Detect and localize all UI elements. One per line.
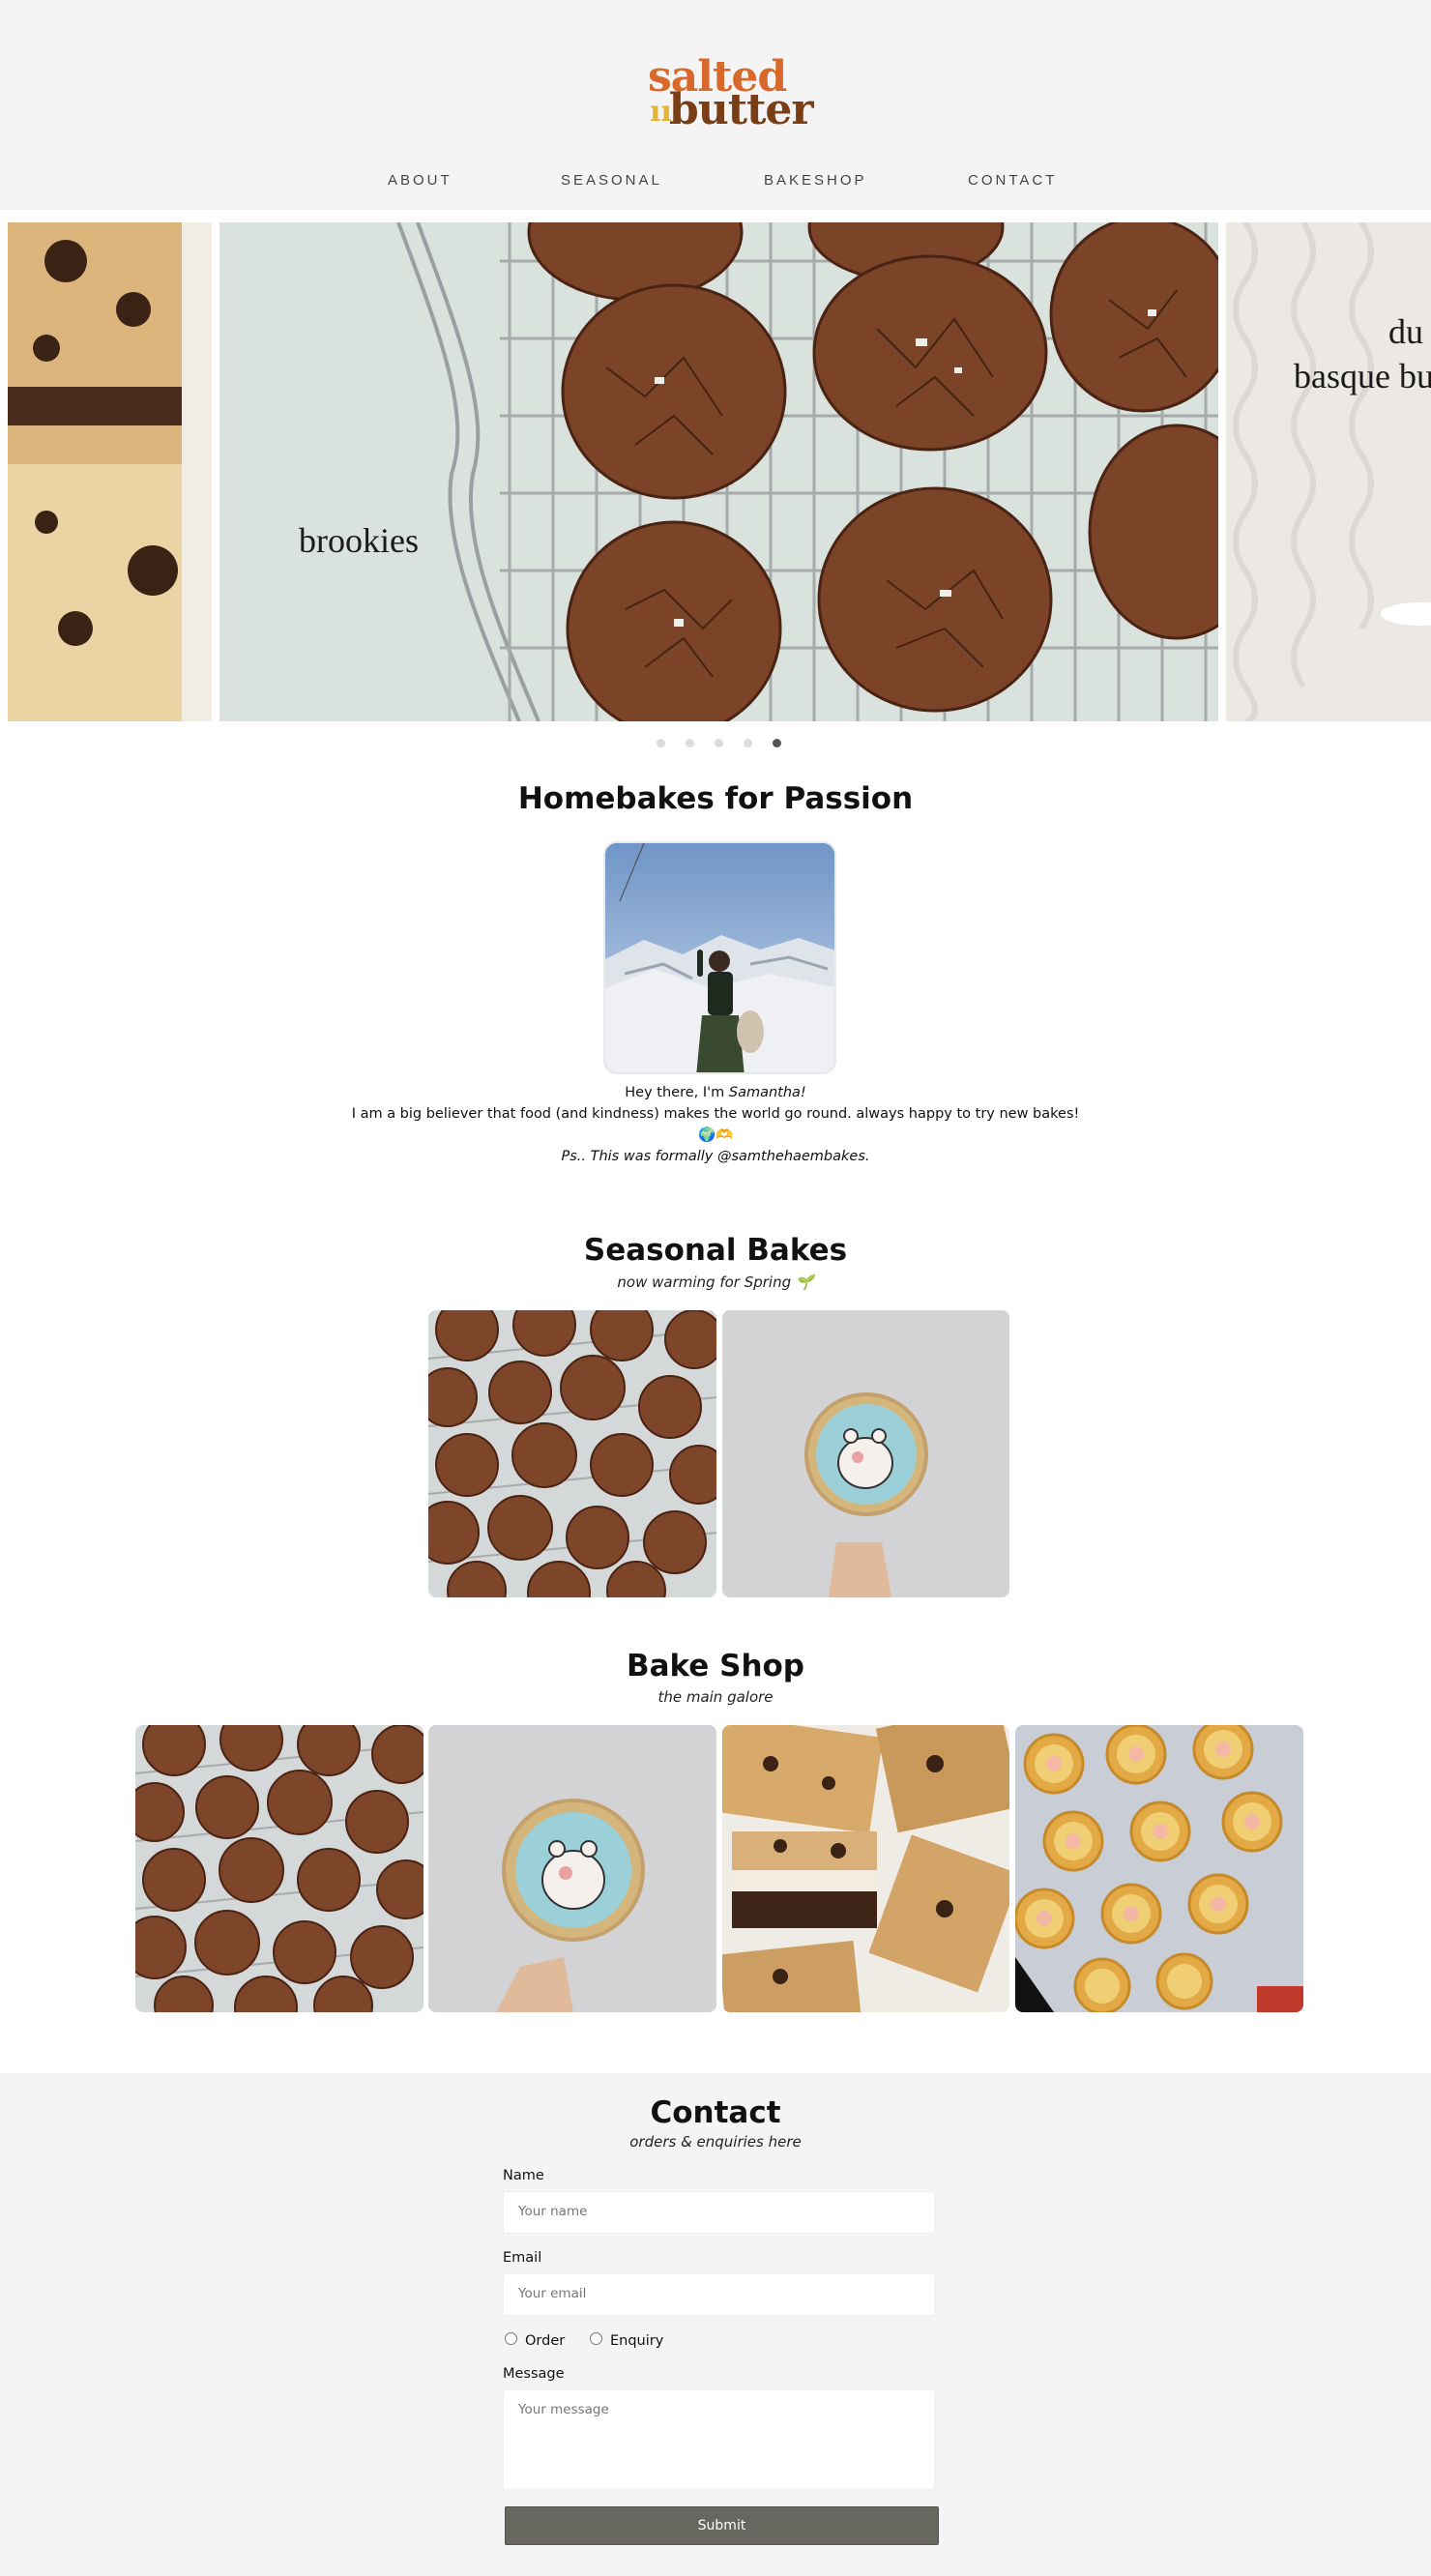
shop-item-bear-cookie[interactable] [428,1725,716,2012]
salted-butter-logo[interactable]: salted ıı butter [646,52,814,134]
about-title: Homebakes for Passion [517,781,914,816]
bio-greeting: Hey there, I'm Samantha! [0,1085,1431,1100]
nav-about[interactable]: ABOUT [388,172,453,189]
seasonal-title: Seasonal Bakes [583,1233,848,1268]
bear-cookie-image [428,1725,716,2012]
site-header: salted ıı butter ABOUT SEASONAL BAKESHOP… [0,0,1431,210]
nav-contact[interactable]: CONTACT [968,172,1057,189]
email-input[interactable]: Your email [503,2273,935,2316]
avatar-photo [603,841,836,1074]
carousel-dot-1[interactable] [657,739,665,747]
mountain-portrait-image [605,843,834,1072]
carousel-dots [0,739,1431,752]
shop-item-tarts[interactable] [1015,1725,1303,2012]
slide-title-line1: du [1388,312,1423,351]
contact-subtitle: orders & enquiries here [629,2133,802,2151]
carousel-dot-2[interactable] [686,739,694,747]
carousel-dot-4[interactable] [744,739,752,747]
enquiry-radio[interactable] [590,2332,602,2345]
slide-title-line2: basque bu [1294,357,1431,395]
bear-cookie-image [722,1310,1009,1597]
cookie-bars-image [722,1725,1009,2012]
knit-background-image [1226,222,1431,721]
carousel-dot-5-active[interactable] [773,739,781,747]
slide-title-brookies: brookies [299,521,419,560]
bakeshop-subtitle: the main galore [657,1688,774,1706]
carousel-dot-3[interactable] [715,739,723,747]
enquiry-radio-label[interactable]: Enquiry [610,2333,663,2349]
hero-carousel[interactable]: brookies du basque bu [0,220,1431,723]
message-label: Message [503,2366,565,2382]
bio-ps: Ps.. This was formally @samthehaembakes. [561,1149,870,1164]
shop-item-brookies[interactable] [135,1725,423,2012]
lemon-tarts-image [1015,1725,1303,2012]
seasonal-item-brookies[interactable] [428,1310,716,1597]
bio-line: I am a big believer that food (and kindn… [351,1106,1080,1122]
bio-greeting-prefix: Hey there, I'm [625,1085,729,1100]
logo-word-butter: butter [669,85,814,134]
email-label: Email [503,2250,542,2266]
contact-title: Contact [650,2095,781,2130]
submit-button[interactable]: Submit [505,2506,939,2545]
brookies-image [219,222,1218,721]
bakeshop-title: Bake Shop [626,1649,805,1683]
name-input[interactable]: Your name [503,2191,935,2234]
cookie-bar-image [8,222,212,721]
seasonal-subtitle: now warming for Spring 🌱 [617,1273,814,1291]
name-label: Name [503,2168,544,2183]
carousel-slide-prev[interactable] [8,222,212,721]
bio-emoji: 🌍🫶 [697,1127,734,1143]
nav-seasonal[interactable]: SEASONAL [561,172,662,189]
brookies-tray-image [428,1310,716,1597]
brookies-tray-image [135,1725,423,2012]
bio-name: Samantha! [728,1085,806,1100]
carousel-slide-next[interactable]: du basque bu [1226,222,1431,721]
seasonal-item-bear-cookie[interactable] [722,1310,1009,1597]
main-nav: ABOUT SEASONAL BAKESHOP CONTACT [0,172,1431,195]
order-radio-label[interactable]: Order [525,2333,565,2349]
shop-item-cookie-bars[interactable] [722,1725,1009,2012]
order-radio[interactable] [505,2332,517,2345]
nav-bakeshop[interactable]: BAKESHOP [764,172,867,189]
message-textarea[interactable]: Your message [503,2389,935,2490]
carousel-slide-active[interactable]: brookies [219,222,1218,721]
